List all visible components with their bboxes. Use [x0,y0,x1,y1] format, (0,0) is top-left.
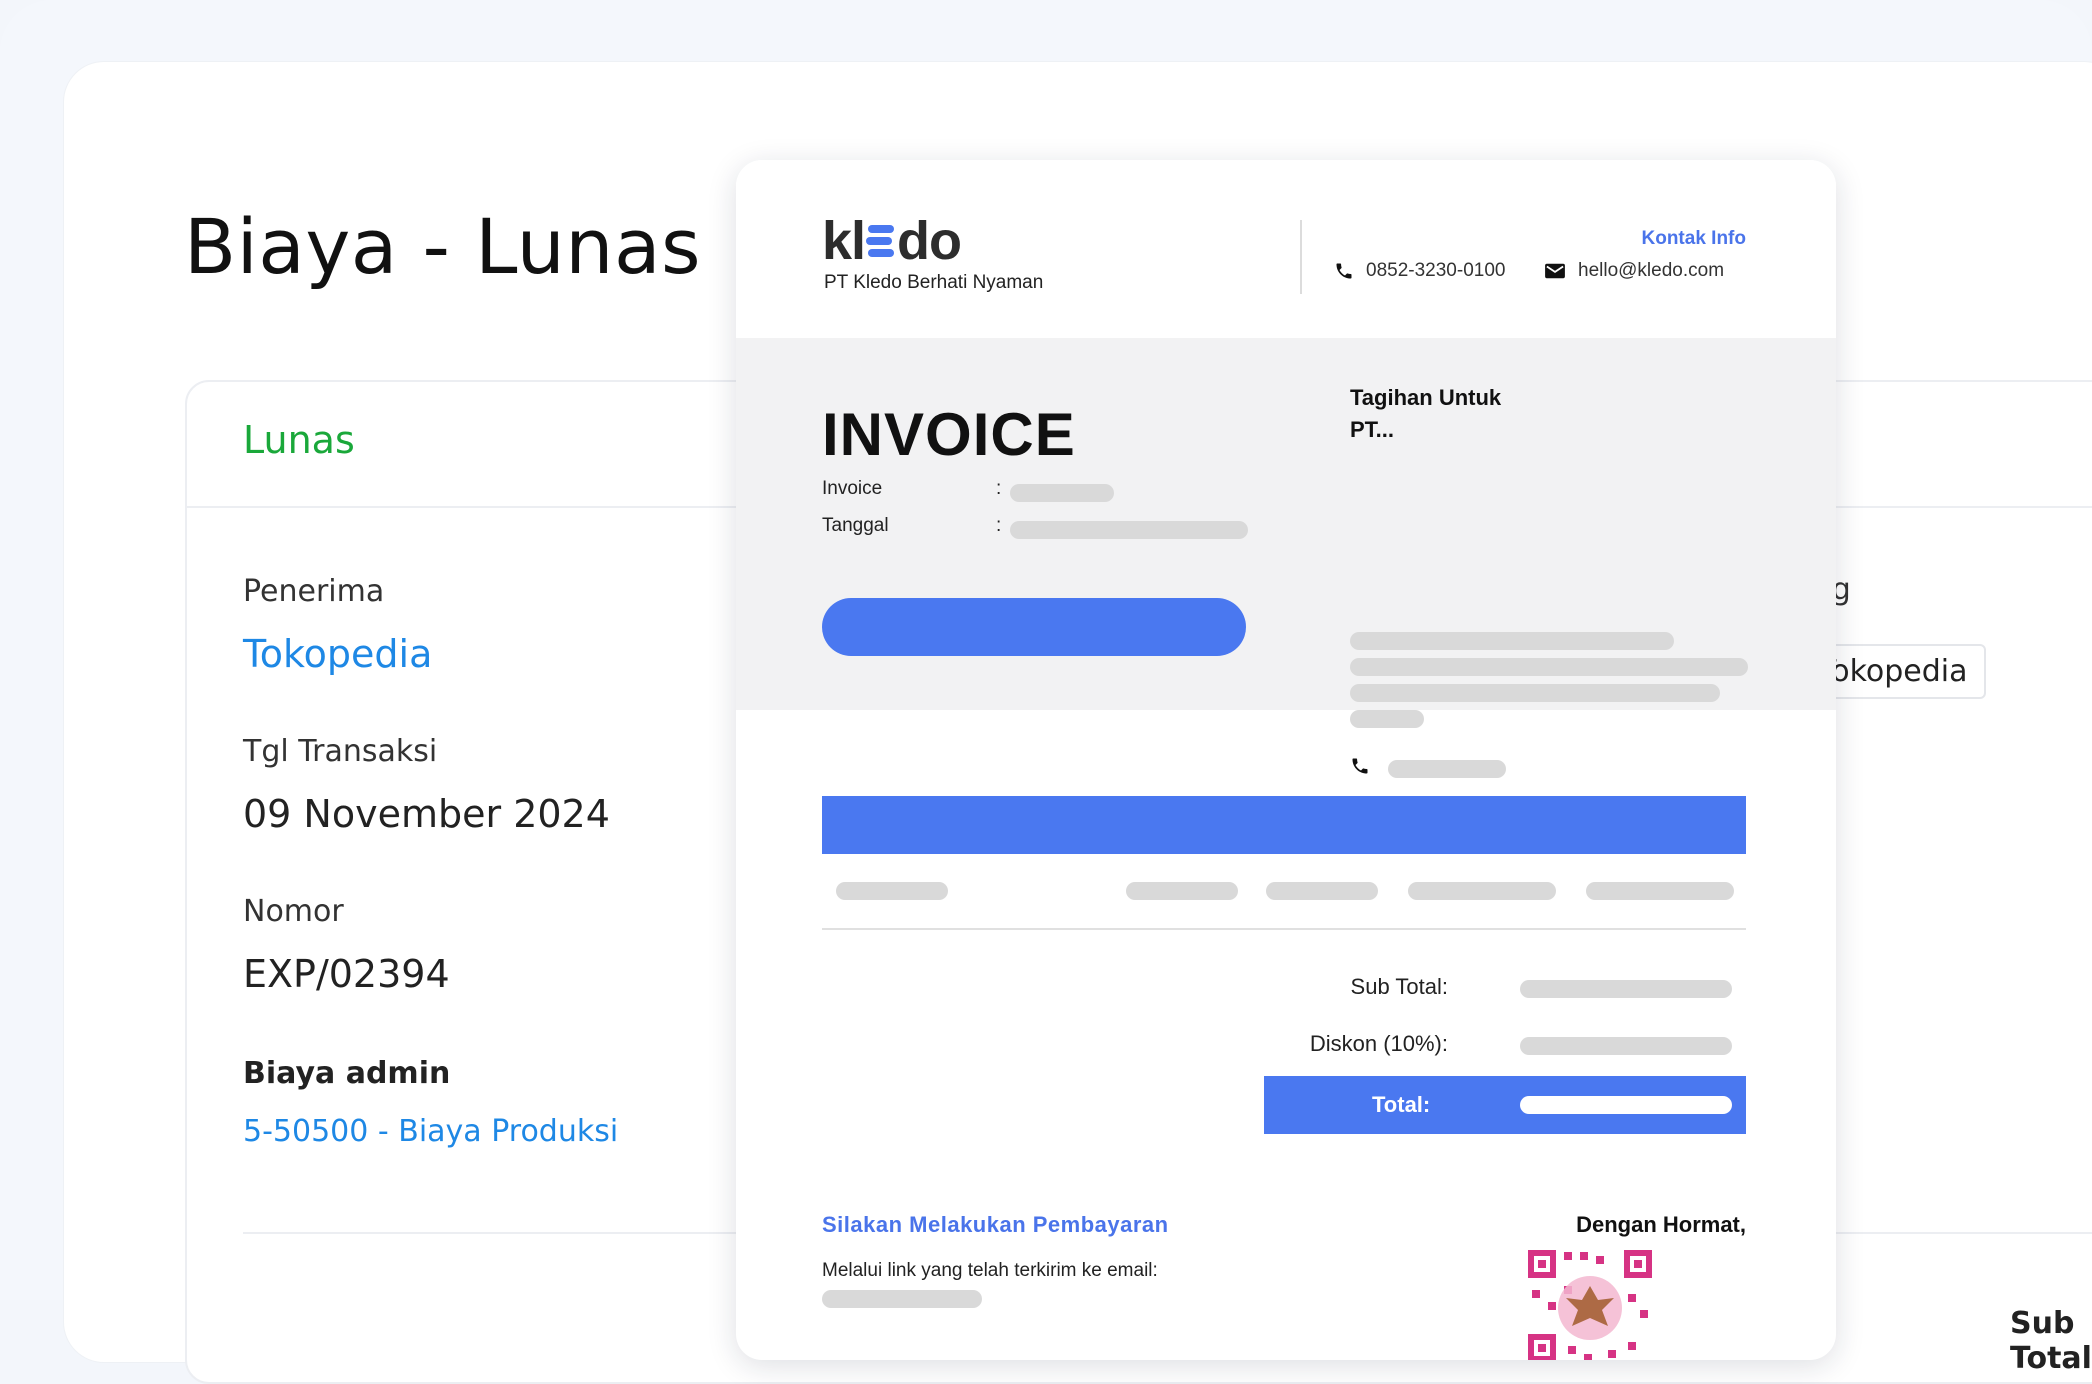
total-label: Total: [1372,1092,1431,1117]
logo-stripes-icon [866,225,895,257]
address-placeholder-1 [1350,632,1674,650]
date-colon: : [996,515,1002,536]
invoice-summary-band: INVOICE Invoice : Tanggal : Tagihan Untu… [736,338,1836,820]
email-text: hello@kledo.com [1578,260,1725,281]
table-cell-placeholder [1408,882,1556,900]
discount-placeholder [1520,1037,1732,1055]
table-divider [822,928,1746,930]
subtotal-label: Sub Total: [1350,974,1448,999]
table-header-bar [822,796,1746,854]
date-label: Tgl Transaksi [243,734,438,769]
bill-to-title: Tagihan Untuk [1350,385,1502,410]
contact-phone: 0852-3230-0100 [1334,260,1505,282]
table-cell-placeholder [1126,882,1238,900]
phone-text: 0852-3230-0100 [1366,260,1506,281]
total-placeholder [1520,1096,1732,1114]
phone-icon [1334,261,1354,281]
pay-button[interactable] [822,598,1246,656]
recipient-label: Penerima [243,574,385,609]
address-placeholder-3 [1350,684,1720,702]
invoice-number-label: Invoice [822,478,883,499]
page-title: Biaya - Lunas [184,202,702,291]
invoice-number-placeholder [1010,484,1114,502]
number-label: Nomor [243,894,344,929]
table-cell-placeholder [1586,882,1734,900]
total-row: Total: [1264,1076,1746,1134]
payment-title: Silakan Melakukan Pembayaran [822,1212,1169,1237]
status-text: Lunas [243,418,355,462]
header-divider [1300,220,1302,294]
expense-label: Biaya admin [243,1056,451,1091]
invoice-header: kl do PT Kledo Berhati Nyaman Kontak Info… [736,160,1836,338]
discount-label: Diskon (10%): [1309,1031,1448,1056]
contact-title: Kontak Info [1641,228,1747,249]
table-cell-placeholder [836,882,948,900]
phone-placeholder [1388,760,1506,778]
number-value: EXP/02394 [243,952,450,996]
payment-note: Melalui link yang telah terkirim ke emai… [822,1260,1158,1281]
address-placeholder-4 [1350,710,1424,728]
subtotal-label: Sub Total [2010,1306,2092,1376]
invoice-date-label: Tanggal [822,515,889,536]
bill-to-block: Tagihan Untuk PT... [1350,382,1501,446]
payment-link-placeholder [822,1290,982,1308]
invoice-colon: : [996,478,1002,499]
phone-icon [1350,756,1370,776]
table-cell-placeholder [1266,882,1378,900]
expense-account-link[interactable]: 5-50500 - Biaya Produksi [243,1114,618,1149]
kledo-logo: kl do [822,211,962,271]
contact-email: hello@kledo.com [1544,260,1724,282]
company-name: PT Kledo Berhati Nyaman [824,272,1044,293]
recipient-link[interactable]: Tokopedia [243,632,432,676]
qr-stamp-icon [1524,1246,1656,1360]
subtotal-placeholder [1520,980,1732,998]
address-placeholder-2 [1350,658,1748,676]
invoice-preview: kl do PT Kledo Berhati Nyaman Kontak Info… [736,160,1836,1360]
invoice-date-placeholder [1010,521,1248,539]
bill-to-name: PT... [1350,417,1395,442]
mail-icon [1544,262,1566,280]
date-value: 09 November 2024 [243,792,610,836]
regards-text: Dengan Hormat, [1576,1212,1746,1237]
invoice-title: INVOICE [822,401,1076,468]
